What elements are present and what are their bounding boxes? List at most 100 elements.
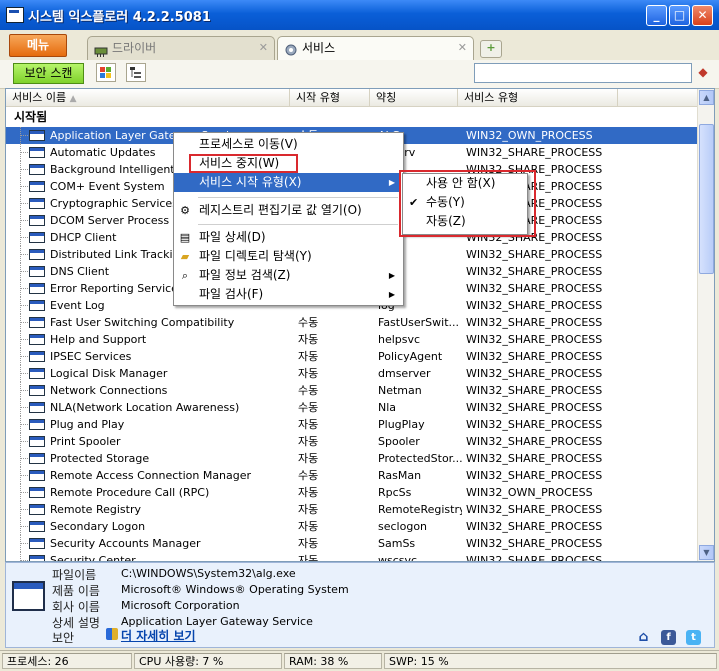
status-ram: RAM: 38 % xyxy=(284,653,382,669)
table-row[interactable]: Secondary Logon 자동 seclogon WIN32_SHARE_PRO… xyxy=(6,518,698,535)
cell-short-name: wscsvc xyxy=(378,554,418,562)
cell-service-name: IPSEC Services xyxy=(50,350,132,363)
menu-item-start-type[interactable]: 서비스 시작 유형(X) ▶ xyxy=(174,173,401,192)
cell-service-type: WIN32_SHARE_PROCESS xyxy=(466,146,603,159)
service-icon xyxy=(29,453,45,464)
service-icon xyxy=(29,232,45,243)
vertical-scrollbar[interactable]: ▲ ▼ xyxy=(697,89,714,561)
tab-close-icon[interactable]: ✕ xyxy=(259,37,268,59)
table-row[interactable]: Remote Procedure Call (RPC) 자동 RpcSs WIN32_… xyxy=(6,484,698,501)
service-icon xyxy=(29,130,45,141)
table-row[interactable]: Network Connections 수동 Netman WIN32_SHARE_P… xyxy=(6,382,698,399)
search-input[interactable] xyxy=(474,63,692,83)
cell-service-name: Security Center xyxy=(50,554,136,562)
submenu-arrow-icon: ▶ xyxy=(388,271,395,280)
cell-service-type: WIN32_OWN_PROCESS xyxy=(466,129,593,142)
windows-icon[interactable] xyxy=(96,63,116,82)
table-row[interactable]: Security Accounts Manager 자동 SamSs WIN32_SH… xyxy=(6,535,698,552)
new-tab-button[interactable]: + xyxy=(480,40,502,58)
column-header-name[interactable]: 서비스 이름 ▲ xyxy=(6,89,290,106)
shield-icon xyxy=(106,628,118,640)
table-row[interactable]: Security Center 자동 wscsvc WIN32_SHARE_PROCE… xyxy=(6,552,698,562)
cell-start-type: 자동 xyxy=(298,333,319,346)
facebook-icon[interactable]: f xyxy=(661,630,676,645)
tab-close-icon[interactable]: ✕ xyxy=(458,37,467,59)
column-header-start-type[interactable]: 시작 유형 xyxy=(290,89,370,106)
cell-short-name: RasMan xyxy=(378,469,422,482)
service-icon xyxy=(29,402,45,413)
title-bar[interactable]: 시스템 익스플로러 4.2.2.5081 _ □ ✕ xyxy=(0,0,719,30)
menu-separator xyxy=(198,197,398,198)
table-row[interactable]: Print Spooler 자동 Spooler WIN32_SHARE_PROCES… xyxy=(6,433,698,450)
service-icon xyxy=(29,436,45,447)
scroll-thumb[interactable] xyxy=(699,124,714,274)
cell-service-name: Print Spooler xyxy=(50,435,121,448)
cell-service-type: WIN32_SHARE_PROCESS xyxy=(466,299,603,312)
table-row[interactable]: Remote Access Connection Manager 수동 RasMan… xyxy=(6,467,698,484)
cell-short-name: Spooler xyxy=(378,435,420,448)
cell-service-name: Plug and Play xyxy=(50,418,125,431)
twitter-icon[interactable]: t xyxy=(686,630,701,645)
cell-service-type: WIN32_SHARE_PROCESS xyxy=(466,435,603,448)
cell-service-name: Remote Procedure Call (RPC) xyxy=(50,486,210,499)
cell-service-type: WIN32_SHARE_PROCESS xyxy=(466,537,603,550)
service-icon xyxy=(29,368,45,379)
menu-item-search-file-info[interactable]: ⌕ 파일 정보 검색(Z) ▶ xyxy=(174,266,401,285)
home-icon[interactable]: ⌂ xyxy=(636,630,651,645)
cell-short-name: ProtectedStor... xyxy=(378,452,462,465)
table-row[interactable]: Remote Registry 자동 RemoteRegistry WIN32_SHA… xyxy=(6,501,698,518)
service-icon xyxy=(29,198,45,209)
table-row[interactable]: Protected Storage 자동 ProtectedStor... WIN32… xyxy=(6,450,698,467)
service-icon xyxy=(29,385,45,396)
table-row[interactable]: Fast User Switching Compatibility 수동 FastU… xyxy=(6,314,698,331)
service-icon xyxy=(29,300,45,311)
menu-item-open-registry[interactable]: ⚙ 레지스트리 편집기로 값 열기(O) xyxy=(174,201,401,220)
service-icon xyxy=(29,215,45,226)
cell-start-type: 자동 xyxy=(298,503,319,516)
search-go-icon[interactable]: ◆ xyxy=(695,64,711,80)
cell-short-name: RpcSs xyxy=(378,486,412,499)
more-info-link[interactable]: 더 자세히 보기 xyxy=(121,627,196,644)
service-icon xyxy=(29,538,45,549)
security-scan-button[interactable]: 보안 스캔 xyxy=(13,63,84,84)
cell-service-type: WIN32_SHARE_PROCESS xyxy=(466,265,603,278)
table-row[interactable]: NLA(Network Location Awareness) 수동 Nla WIN3… xyxy=(6,399,698,416)
scroll-up-icon[interactable]: ▲ xyxy=(699,90,714,105)
column-header-short-name[interactable]: 약칭 xyxy=(370,89,458,106)
maximize-button[interactable]: □ xyxy=(669,5,690,26)
tab-drivers[interactable]: 드라이버 ✕ xyxy=(87,36,275,60)
menu-item-browse-directory[interactable]: ▰ 파일 디렉토리 탐색(Y) xyxy=(174,247,401,266)
tree-view-icon[interactable] xyxy=(126,63,146,82)
menu-item-go-to-process[interactable]: 프로세스로 이동(V) xyxy=(174,135,401,154)
table-row[interactable]: Help and Support 자동 helpsvc WIN32_SHARE_PRO… xyxy=(6,331,698,348)
cell-short-name: dmserver xyxy=(378,367,431,380)
cell-service-name: Secondary Logon xyxy=(50,520,146,533)
cell-service-name: Security Accounts Manager xyxy=(50,537,201,550)
cell-service-type: WIN32_SHARE_PROCESS xyxy=(466,367,603,380)
cell-short-name: RemoteRegistry xyxy=(378,503,462,516)
security-label: 보안 xyxy=(52,631,75,645)
service-icon xyxy=(29,555,45,561)
submenu-arrow-icon: ▶ xyxy=(388,290,395,299)
cell-service-type: WIN32_OWN_PROCESS xyxy=(466,486,593,499)
window-title: 시스템 익스플로러 4.2.2.5081 xyxy=(28,10,211,25)
service-icon xyxy=(29,147,45,158)
cell-service-type: WIN32_SHARE_PROCESS xyxy=(466,333,603,346)
scroll-down-icon[interactable]: ▼ xyxy=(699,545,714,560)
table-row[interactable]: IPSEC Services 자동 PolicyAgent WIN32_SHARE_P… xyxy=(6,348,698,365)
service-icon xyxy=(29,351,45,362)
column-header-service-type[interactable]: 서비스 유형 xyxy=(458,89,618,106)
menu-item-file-details[interactable]: ▤ 파일 상세(D) xyxy=(174,228,401,247)
cell-service-type: WIN32_SHARE_PROCESS xyxy=(466,503,603,516)
cell-service-type: WIN32_SHARE_PROCESS xyxy=(466,282,603,295)
tab-services[interactable]: 서비스 ✕ xyxy=(277,36,474,61)
table-row[interactable]: Logical Disk Manager 자동 dmserver WIN32_SHAR… xyxy=(6,365,698,382)
cell-start-type: 자동 xyxy=(298,350,319,363)
menu-item-check-file[interactable]: 파일 검사(F) ▶ xyxy=(174,285,401,304)
main-menu-button[interactable]: 메뉴 xyxy=(9,34,67,57)
table-row[interactable]: Plug and Play 자동 PlugPlay WIN32_SHARE_PROCE… xyxy=(6,416,698,433)
folder-icon: ▰ xyxy=(180,250,190,263)
close-button[interactable]: ✕ xyxy=(692,5,713,26)
cell-start-type: 자동 xyxy=(298,554,319,562)
minimize-button[interactable]: _ xyxy=(646,5,667,26)
